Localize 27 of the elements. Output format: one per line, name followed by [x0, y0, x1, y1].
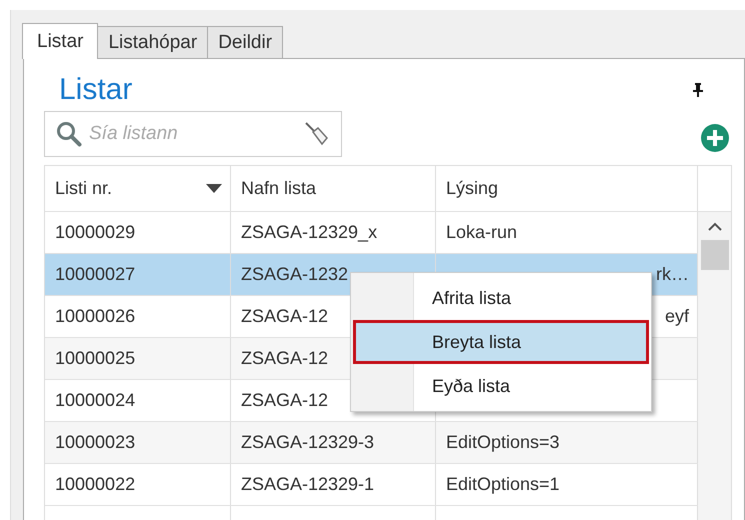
scrollbar[interactable]	[698, 212, 731, 520]
tab[interactable]: Deildir	[207, 26, 284, 58]
table-cell: 10000025	[45, 338, 231, 379]
sort-arrow-icon[interactable]	[206, 184, 222, 194]
column-header[interactable]: Nafn lista	[231, 166, 436, 211]
search-icon	[55, 120, 83, 148]
table-cell: 10000029	[45, 212, 231, 253]
table-cell: 10000026	[45, 296, 231, 337]
tab[interactable]: Listar	[22, 23, 98, 59]
table-cell: 10000024	[45, 380, 231, 421]
add-icon[interactable]	[700, 123, 730, 153]
table-cell: ZSAGA-12329-1	[231, 464, 436, 505]
table-cell: 10000022	[45, 464, 231, 505]
table-cell: ZSAGA-12329_x	[231, 212, 436, 253]
panel-title: Listar	[59, 73, 132, 107]
menu-item[interactable]: Breyta lista	[353, 320, 649, 364]
table-cell: ZSAGA-12329-3	[231, 422, 436, 463]
table-cell: 10000023	[45, 422, 231, 463]
column-header[interactable]: Listi nr.	[45, 166, 231, 211]
table-cell: 10000027	[45, 254, 231, 295]
tab[interactable]: Listahópar	[97, 26, 208, 58]
pin-icon[interactable]	[692, 82, 704, 98]
broom-icon[interactable]	[303, 120, 331, 148]
column-header[interactable]: Lýsing	[436, 166, 698, 211]
scroll-up-icon[interactable]	[708, 222, 722, 232]
scrollbar-thumb[interactable]	[700, 240, 728, 270]
search-field[interactable]: Sía listann	[44, 111, 342, 157]
